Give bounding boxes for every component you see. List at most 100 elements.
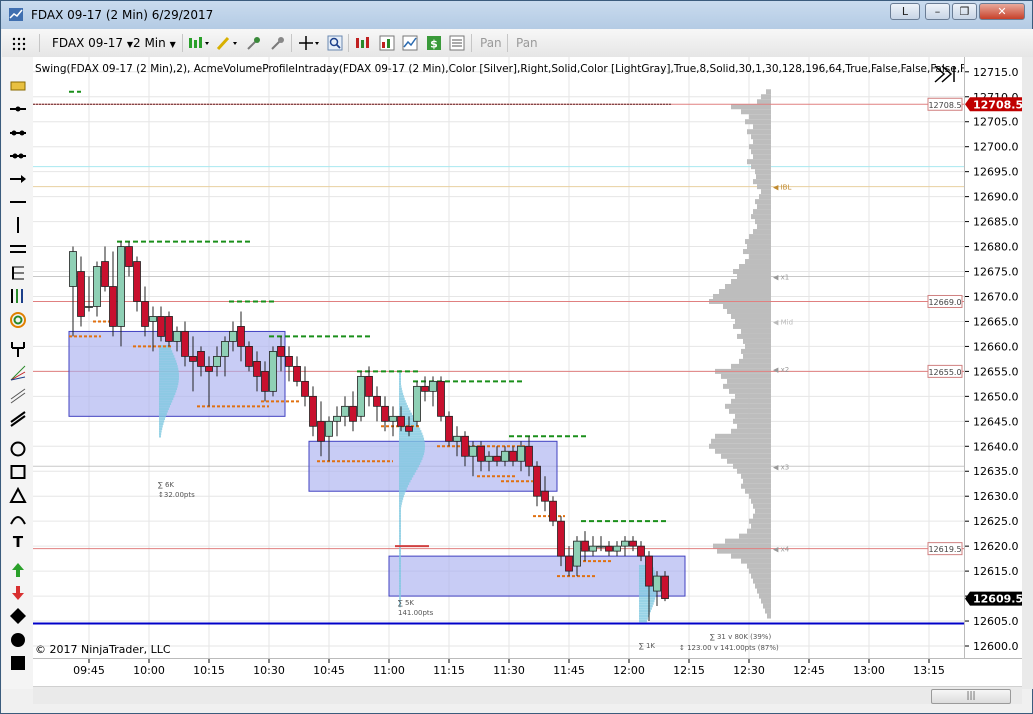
properties-icon[interactable] (449, 35, 465, 51)
candle[interactable] (109, 251, 117, 337)
indicators-icon[interactable] (379, 35, 395, 51)
candle[interactable] (293, 356, 301, 387)
profile-bar (735, 413, 771, 419)
minimize-button[interactable]: – (925, 3, 950, 20)
fibonacci-extension-icon[interactable] (9, 264, 27, 282)
zoom-icon[interactable] (327, 35, 343, 51)
candle[interactable] (93, 261, 101, 317)
scrollbar-thumb[interactable]: ||| (931, 689, 1011, 704)
arrow-line-icon[interactable] (9, 170, 27, 188)
candle[interactable] (621, 536, 629, 557)
drawing-tool-icon[interactable] (216, 35, 238, 51)
candle[interactable] (85, 276, 93, 312)
vertical-line-icon[interactable] (9, 216, 27, 234)
pan-button[interactable]: Pan (516, 34, 538, 52)
price-axis[interactable]: 12715.012710.012705.012700.012695.012690… (964, 57, 1023, 658)
candle[interactable] (357, 371, 365, 422)
mini-profile-bar (399, 509, 401, 513)
candle[interactable] (397, 406, 405, 432)
arrow-up-icon[interactable] (9, 561, 27, 579)
candle[interactable] (301, 366, 309, 407)
interval-selector[interactable]: 2 Min ▼ (133, 34, 176, 52)
rectangle-icon[interactable] (9, 463, 27, 481)
mini-profile-bar (159, 387, 178, 391)
candle[interactable] (349, 391, 357, 432)
candle[interactable] (141, 286, 149, 337)
data-series-icon[interactable] (355, 35, 371, 51)
scroll-to-end-icon[interactable] (932, 63, 958, 85)
candle[interactable] (373, 386, 381, 422)
candle-body (533, 465, 541, 497)
line-icon[interactable] (9, 100, 27, 118)
candle[interactable] (653, 571, 661, 607)
candle-body (221, 341, 229, 357)
candle[interactable] (157, 306, 165, 342)
dot-icon[interactable] (9, 631, 27, 649)
chevron-down-icon: ▼ (169, 40, 176, 49)
pin-icon[interactable] (270, 35, 286, 51)
link-button[interactable]: L (890, 3, 920, 20)
close-button[interactable]: ✕ (979, 3, 1025, 20)
candle-body (373, 395, 381, 407)
chart-menu-icon[interactable] (11, 35, 27, 51)
arc-icon[interactable] (9, 510, 27, 528)
candle[interactable] (309, 386, 317, 437)
mini-profile-bar (159, 405, 170, 408)
candle[interactable] (589, 536, 597, 557)
horizontal-scrollbar[interactable]: ||| (33, 686, 1022, 704)
candle[interactable] (285, 346, 293, 382)
instrument-selector[interactable]: FDAX 09-17 ▼ (52, 34, 133, 52)
candle[interactable] (333, 406, 341, 437)
ray-icon[interactable] (9, 124, 27, 142)
pan-button[interactable]: Pan (480, 34, 502, 52)
andrews-pitchfork-icon[interactable] (9, 340, 27, 358)
candle[interactable] (133, 256, 141, 312)
crosshair-pin-icon[interactable] (246, 35, 262, 51)
gann-fan-icon[interactable] (9, 364, 27, 382)
diamond-icon[interactable] (9, 607, 27, 625)
time-axis[interactable]: 09:45 10:00 10:15 10:30 10:45 11:00 11:15 11:30… (33, 658, 1022, 687)
regression-channel-icon[interactable] (9, 387, 27, 405)
fibonacci-circle-icon[interactable] (9, 311, 27, 329)
mini-profile-bar (399, 475, 414, 478)
candle[interactable] (613, 541, 621, 557)
mini-profile-bar (159, 367, 179, 371)
chart-style-icon[interactable] (188, 35, 210, 51)
fibonacci-retracement-icon[interactable] (9, 287, 27, 305)
candle[interactable] (421, 376, 429, 402)
channel-icon[interactable] (9, 240, 27, 258)
dollar-icon[interactable]: $ (426, 35, 442, 51)
restore-button[interactable]: ❐ (952, 3, 977, 20)
candle[interactable] (117, 241, 125, 347)
triangle-icon[interactable] (9, 486, 27, 505)
candle[interactable] (69, 246, 77, 337)
price-chart[interactable]: 12708.5 12669.0 12655.0 12619.5 ◀ IBL ◀ x1 ◀ M… (33, 57, 964, 658)
strategies-icon[interactable] (402, 35, 418, 51)
mini-profile-bar (159, 432, 162, 435)
crosshair-icon[interactable] (298, 35, 320, 51)
candle[interactable] (445, 411, 453, 447)
candle[interactable] (437, 376, 445, 422)
vertical-scrollbar[interactable] (1022, 57, 1033, 689)
title-bar[interactable]: FDAX 09-17 (2 Min) 6/29/2017 L – ❐ ✕ (1, 1, 1032, 29)
horizontal-line-icon[interactable] (9, 193, 27, 211)
ruler-icon[interactable] (9, 77, 27, 95)
candle[interactable] (101, 246, 109, 292)
toolbar-separator (471, 34, 472, 52)
candle[interactable] (389, 406, 397, 437)
candle[interactable] (413, 381, 421, 427)
ellipse-icon[interactable] (9, 440, 27, 458)
square-icon[interactable] (9, 654, 27, 672)
candle[interactable] (77, 256, 85, 327)
axis-label: 12620.0 (973, 540, 1019, 553)
chart-panel[interactable]: 12708.5 12669.0 12655.0 12619.5 ◀ IBL ◀ x1 ◀ M… (33, 57, 996, 658)
candle[interactable] (533, 461, 541, 507)
candle-body (85, 306, 93, 308)
arrow-down-icon[interactable] (9, 584, 27, 602)
text-icon[interactable]: T (9, 533, 27, 551)
candle[interactable] (605, 541, 613, 557)
trend-channel-icon[interactable] (9, 410, 27, 428)
extended-line-icon[interactable] (9, 147, 27, 165)
candle[interactable] (165, 311, 173, 347)
candle[interactable] (269, 346, 277, 397)
